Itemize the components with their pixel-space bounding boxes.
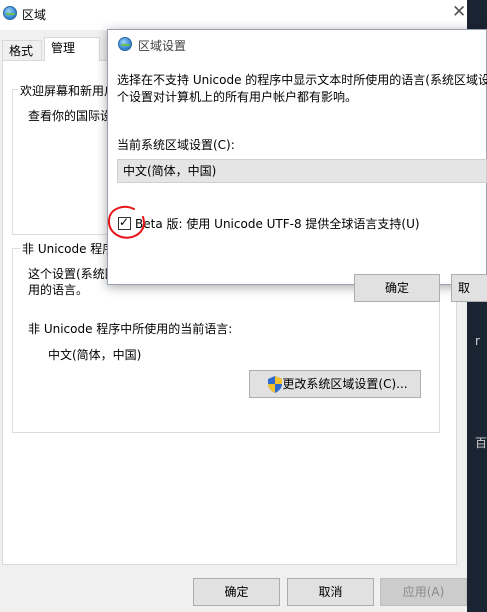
red-circle-annotation (107, 205, 145, 239)
welcome-group-title: 欢迎屏幕和新用户 (18, 82, 119, 99)
cancel-button[interactable]: 取消 (287, 578, 374, 606)
tab-admin[interactable]: 管理 (44, 37, 100, 61)
beta-utf8-label[interactable]: Beta 版: 使用 Unicode UTF-8 提供全球语言支持(U) (135, 215, 420, 232)
region-settings-dialog: 区域设置 选择在不支持 Unicode 的程序中显示文本时所使用的语言(系统区域… (107, 29, 487, 302)
uac-shield-icon (268, 376, 282, 393)
background-glyph: r (475, 334, 480, 348)
dialog-title: 区域设置 (138, 39, 187, 53)
unicode-current-label: 非 Unicode 程序中所使用的当前语言: (28, 322, 233, 336)
dialog-description: 选择在不支持 Unicode 的程序中显示文本时所使用的语言(系统区域设 个设置… (117, 72, 487, 106)
current-locale-label: 当前系统区域设置(C): (117, 138, 235, 152)
change-system-locale-label: 更改系统区域设置(C)... (282, 377, 408, 391)
globe-icon (118, 37, 132, 51)
window-title: 区域 (22, 8, 47, 22)
dialog-body: 选择在不支持 Unicode 的程序中显示文本时所使用的语言(系统区域设 个设置… (108, 60, 487, 302)
dialog-titlebar: 区域设置 (108, 30, 486, 60)
close-icon[interactable]: ✕ (452, 2, 466, 22)
tab-format[interactable]: 格式 (2, 40, 42, 60)
region-titlebar: 区域 ✕ (0, 0, 467, 30)
unicode-group-description: 这个设置(系统区 用的语言。 (28, 267, 117, 297)
dialog-description-line1: 选择在不支持 Unicode 的程序中显示文本时所使用的语言(系统区域设 (117, 73, 487, 87)
ok-button[interactable]: 确定 (193, 578, 280, 606)
dialog-description-line2: 个设置对计算机上的所有用户帐户都有影响。 (117, 90, 358, 104)
globe-icon (3, 6, 17, 20)
dialog-ok-button[interactable]: 确定 (354, 274, 440, 302)
apply-button[interactable]: 应用(A) (380, 578, 467, 606)
current-locale-select[interactable]: 中文(简体，中国) (117, 159, 487, 183)
background-glyph: 百 (475, 436, 487, 450)
dialog-cancel-button[interactable]: 取 (451, 274, 487, 302)
unicode-current-value: 中文(简体，中国) (48, 348, 142, 362)
change-system-locale-button[interactable]: 更改系统区域设置(C)... (249, 370, 421, 398)
welcome-group-text: 查看你的国际设 (28, 109, 113, 123)
